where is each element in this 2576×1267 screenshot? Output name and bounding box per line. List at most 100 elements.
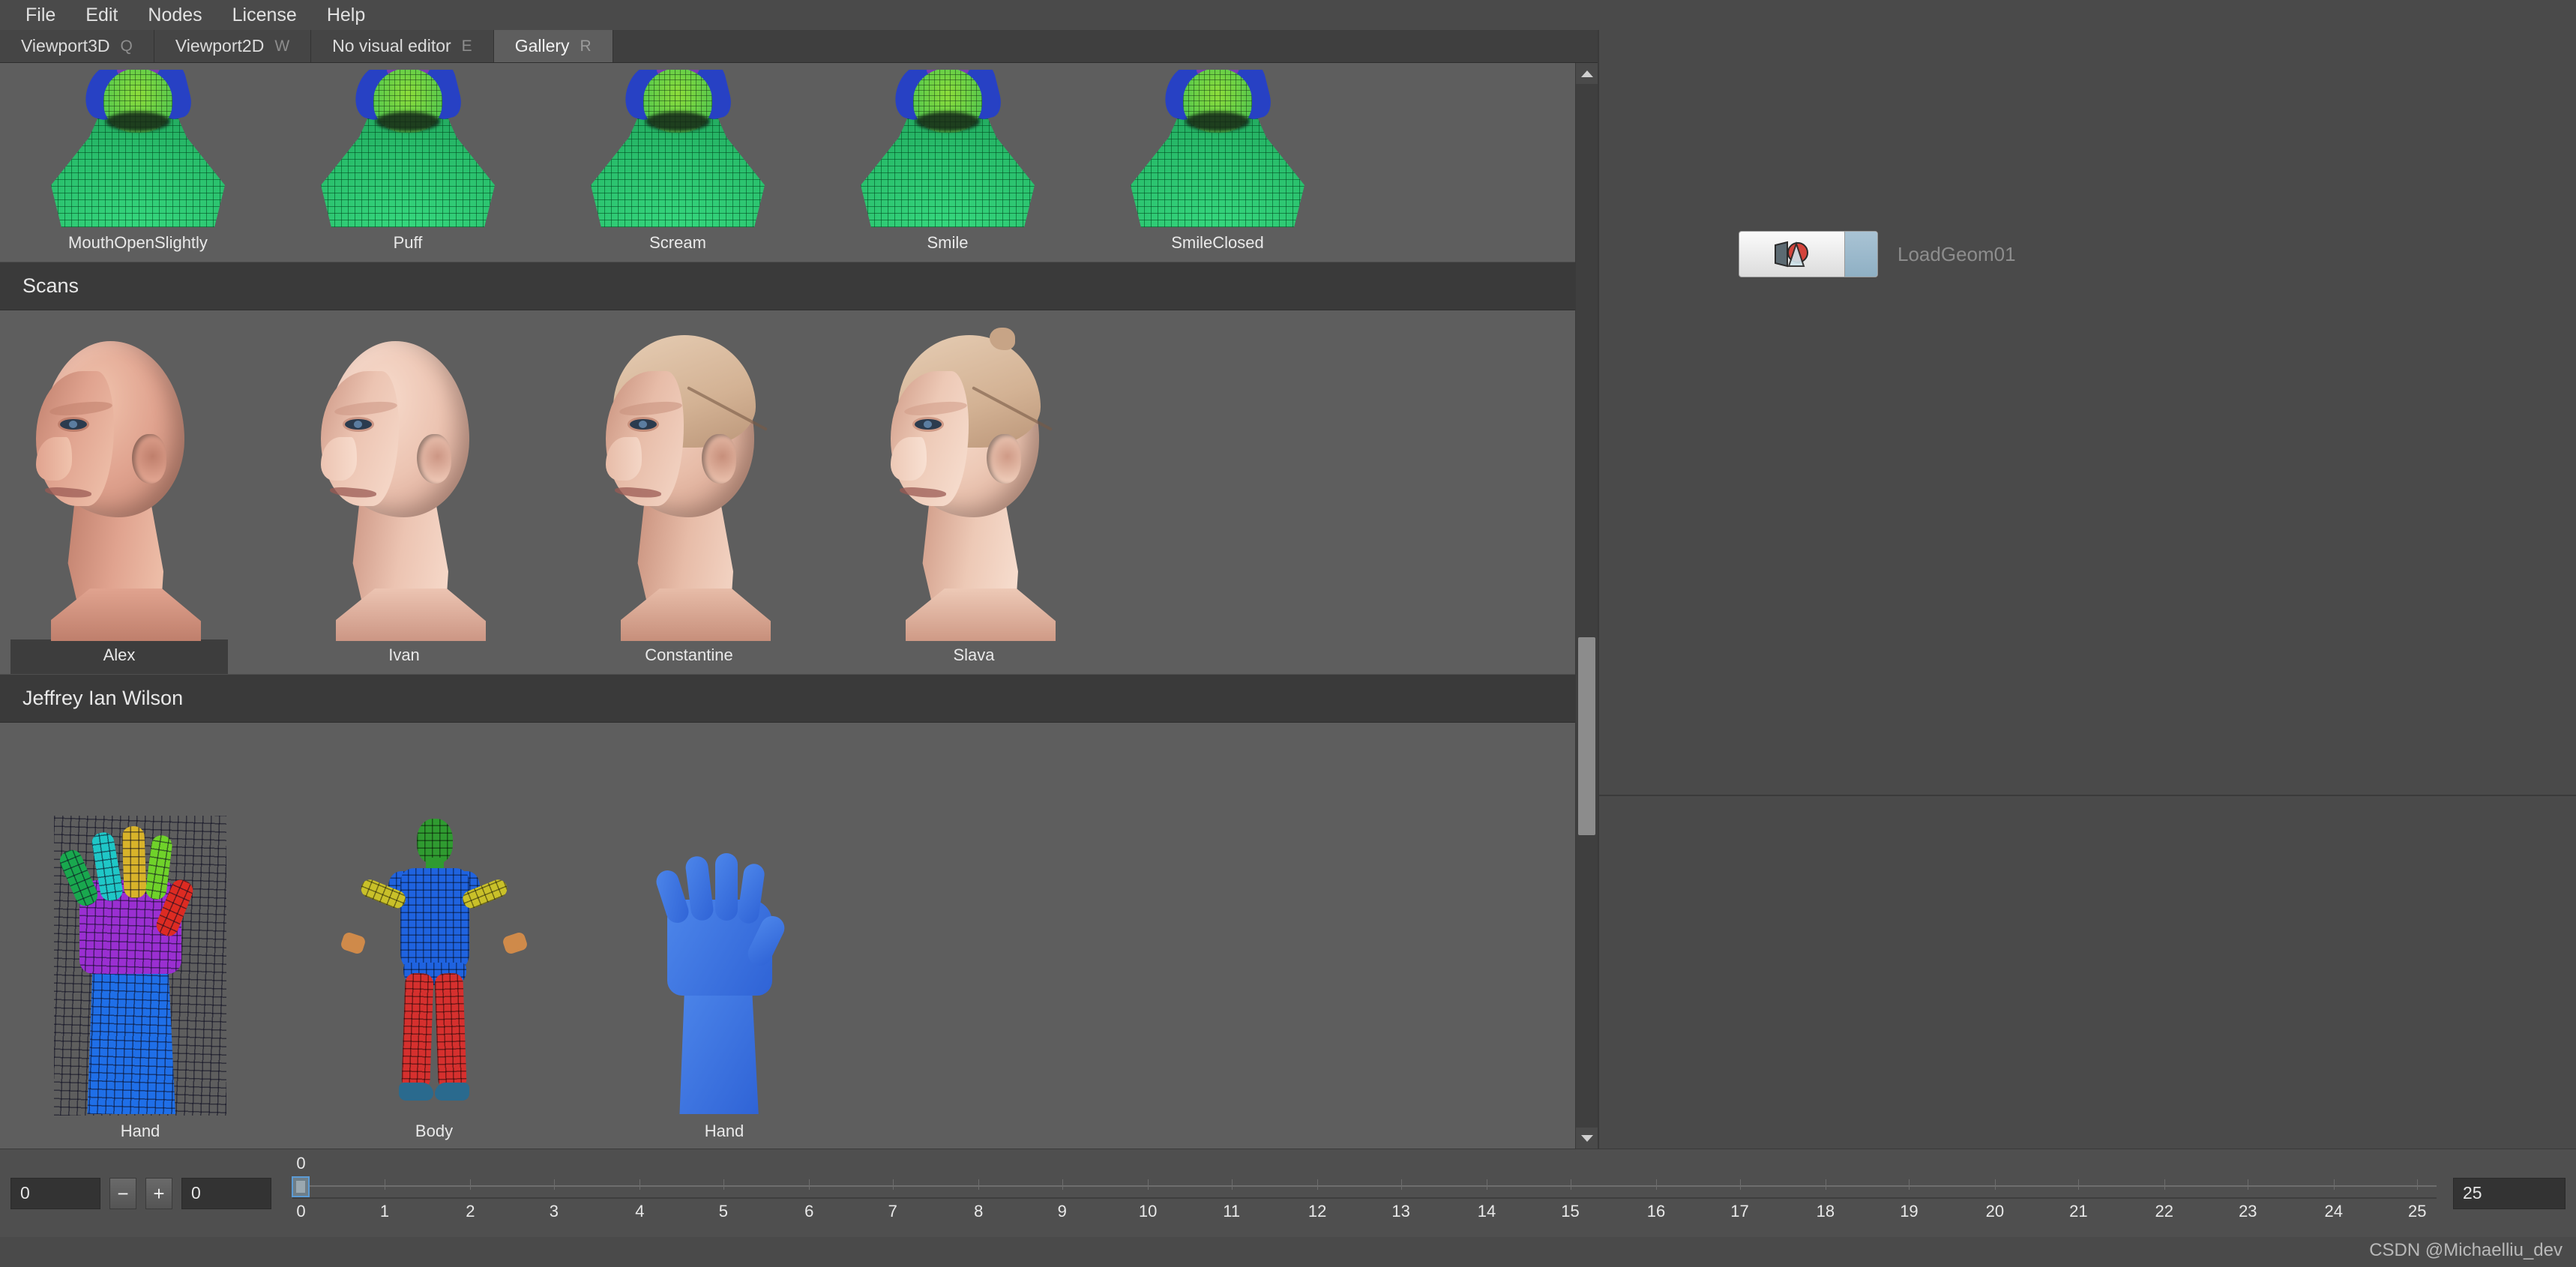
scroll-up-arrow[interactable] xyxy=(1576,63,1598,84)
menu-item-help[interactable]: Help xyxy=(312,0,380,30)
tile-thumbnail xyxy=(858,66,1038,227)
scan-ear xyxy=(417,434,451,484)
tile-label: SmileClosed xyxy=(1171,233,1264,252)
triangle-up-icon xyxy=(1580,70,1593,77)
timeline-tick xyxy=(1655,1179,1657,1190)
timeline-tick-label: 21 xyxy=(2069,1202,2088,1221)
tile-label: Alex xyxy=(10,639,228,674)
tile-thumbnail xyxy=(580,310,798,641)
timeline-tick-label: 2 xyxy=(466,1202,475,1221)
menu-item-edit[interactable]: Edit xyxy=(70,0,133,30)
blue-hand-art xyxy=(642,831,807,1116)
tab-gallery[interactable]: Gallery R xyxy=(493,30,613,62)
mesh-chin-shadow xyxy=(376,112,440,131)
timeline-tick-label: 23 xyxy=(2239,1202,2257,1221)
node-loadgeom01[interactable]: LoadGeom01 xyxy=(1739,231,2016,277)
scroll-down-arrow[interactable] xyxy=(1576,1128,1598,1149)
scan-shoulder xyxy=(621,589,771,641)
timeline-tick xyxy=(809,1179,810,1190)
tab-viewport2d[interactable]: Viewport2D W xyxy=(154,30,312,62)
blue-hand-finger-pinky xyxy=(653,867,692,926)
playhead-inner xyxy=(296,1181,306,1193)
scan-shoulder xyxy=(906,589,1056,641)
blue-hand-forearm xyxy=(679,985,759,1114)
gallery-tile-body[interactable]: Body xyxy=(325,726,543,1149)
timeline-tick-label: 16 xyxy=(1646,1202,1666,1221)
tab-viewport3d[interactable]: Viewport3D Q xyxy=(0,30,154,62)
timeline-tick-label: 22 xyxy=(2155,1202,2174,1221)
head-scan-art xyxy=(295,325,513,641)
gallery-tile-hand-blue[interactable]: Hand xyxy=(642,726,807,1149)
range-start-input[interactable]: 0 xyxy=(181,1177,271,1209)
gallery-tile-scream[interactable]: Scream xyxy=(588,66,768,262)
timeline-playhead[interactable] xyxy=(292,1176,310,1197)
tab-label: No visual editor xyxy=(332,36,451,55)
scan-cap-seam xyxy=(687,386,768,431)
gallery-tile-slava[interactable]: Slava xyxy=(865,310,1083,674)
timeline-tick xyxy=(1317,1179,1319,1190)
timeline-track[interactable]: 0 0 1 2 3 4 5 6 7 8 9 10 11 12 13 14 15 … xyxy=(292,1149,2437,1237)
tab-hotkey: R xyxy=(580,37,592,55)
timeline-tick xyxy=(1148,1179,1149,1190)
tile-list: Alex Ivan Constantine Slava xyxy=(0,310,1575,674)
timeline-tick xyxy=(892,1179,894,1190)
tile-thumbnail xyxy=(10,310,228,641)
gallery-tile-mouthopenslightly[interactable]: MouthOpenSlightly xyxy=(48,66,228,262)
gallery-vertical-scrollbar[interactable] xyxy=(1575,63,1598,1149)
scan-eye xyxy=(915,419,942,430)
timeline-tick xyxy=(1400,1179,1402,1190)
timeline-tick xyxy=(553,1179,555,1190)
gallery-tile-hand-mesh[interactable]: Hand xyxy=(54,726,226,1149)
mesh-head-art xyxy=(1128,70,1307,227)
tile-label: MouthOpenSlightly xyxy=(68,233,208,252)
gallery-tile-smileclosed[interactable]: SmileClosed xyxy=(1128,66,1307,262)
tab-no-visual-editor[interactable]: No visual editor E xyxy=(311,30,494,62)
tile-thumbnail xyxy=(642,726,807,1116)
gallery-content: MouthOpenSlightly Puff Scream Smile Smil… xyxy=(0,63,1575,1149)
scan-eye xyxy=(60,419,87,430)
tile-label: Ivan xyxy=(388,645,420,664)
timeline-tick xyxy=(1739,1179,1741,1190)
scrollbar-track[interactable] xyxy=(1576,84,1598,1128)
tile-label: Scream xyxy=(649,233,706,252)
timeline-tick xyxy=(2417,1179,2419,1190)
gallery-tile-constantine[interactable]: Constantine xyxy=(580,310,798,674)
gallery-tile-puff[interactable]: Puff xyxy=(318,66,498,262)
menu-item-file[interactable]: File xyxy=(10,0,70,30)
scan-eye xyxy=(630,419,657,430)
menu-item-nodes[interactable]: Nodes xyxy=(133,0,217,30)
timeline-tick-label: 12 xyxy=(1307,1202,1327,1221)
node-body[interactable] xyxy=(1739,231,1878,277)
tab-hotkey: E xyxy=(461,37,472,55)
body-hand-left xyxy=(340,930,367,956)
hand-finger-middle xyxy=(121,825,147,899)
tile-thumbnail xyxy=(1128,66,1307,227)
mesh-chin-shadow xyxy=(645,112,710,131)
scan-cap-seam xyxy=(972,386,1053,431)
timeline-tick xyxy=(1231,1179,1233,1190)
scrollbar-thumb[interactable] xyxy=(1578,636,1595,836)
frame-increment-button[interactable]: + xyxy=(145,1177,172,1209)
frame-decrement-button[interactable]: − xyxy=(109,1177,136,1209)
tile-thumbnail xyxy=(865,310,1083,641)
gallery-tile-alex[interactable]: Alex xyxy=(10,310,228,674)
scan-ear xyxy=(702,434,736,484)
menu-item-license[interactable]: License xyxy=(217,0,312,30)
timeline-bar: 0 − + 0 0 0 1 2 3 4 5 6 7 8 9 10 11 12 1… xyxy=(0,1149,2576,1237)
gallery-tile-smile[interactable]: Smile xyxy=(858,66,1038,262)
scan-shoulder xyxy=(51,589,201,641)
tab-hotkey: Q xyxy=(120,37,133,55)
range-end-input[interactable]: 25 xyxy=(2453,1177,2566,1209)
body-leg-left xyxy=(401,972,434,1088)
current-frame-input[interactable]: 0 xyxy=(10,1177,100,1209)
timeline-tick-label: 8 xyxy=(974,1202,984,1221)
tile-label: Body xyxy=(415,1122,454,1140)
gallery-tile-ivan[interactable]: Ivan xyxy=(295,310,513,674)
tile-thumbnail xyxy=(54,726,226,1116)
geometry-icon xyxy=(1775,241,1808,268)
node-graph-canvas[interactable]: LoadGeom01 xyxy=(1599,30,2576,796)
timeline-tick-label: 3 xyxy=(549,1202,559,1221)
triangle-down-icon xyxy=(1580,1134,1593,1142)
timeline-tick-label: 7 xyxy=(888,1202,897,1221)
gallery-panel: Viewport3D Q Viewport2D W No visual edit… xyxy=(0,30,1599,1149)
